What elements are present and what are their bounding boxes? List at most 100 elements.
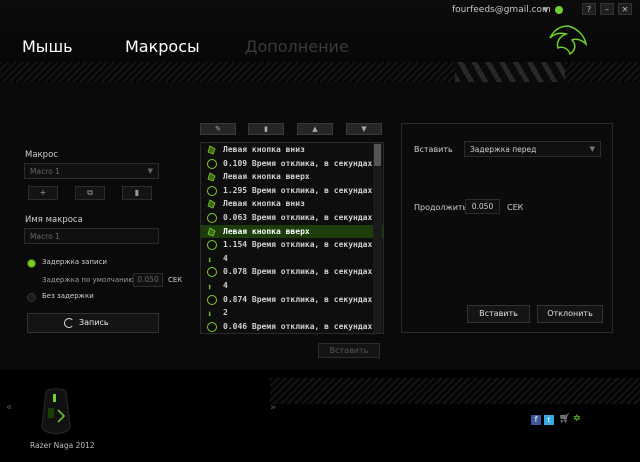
facebook-icon[interactable]: f <box>531 415 541 425</box>
device-name: Razer Naga 2012 <box>30 441 95 450</box>
macro-name-label: Имя макроса <box>25 215 83 225</box>
clock-icon <box>207 294 217 305</box>
cart-icon[interactable]: 🛒︎ <box>559 414 570 424</box>
insert-type-select-value: Задержка перед <box>470 145 537 154</box>
clock-icon <box>207 212 217 223</box>
account-email[interactable]: fourfeeds@gmail.com <box>452 5 551 15</box>
edit-button[interactable]: ✎ <box>200 123 236 135</box>
duration-label: Продолжить <box>414 203 468 212</box>
delete-button[interactable]: ▮ <box>248 123 284 135</box>
list-item-text: 2 <box>223 308 228 318</box>
list-item[interactable]: Левая кнопка вверх <box>201 224 383 239</box>
chevron-down-icon[interactable]: ▼ <box>543 6 548 14</box>
arrow-up-icon: ⬆ <box>207 282 213 293</box>
record-button-label: Запись <box>79 318 109 327</box>
delete-macro-button[interactable]: ▮ <box>122 186 152 200</box>
duration-input[interactable]: 0.050 <box>465 199 500 214</box>
list-item-text: 0.046 Время отклика, в секундах <box>223 321 373 331</box>
list-item[interactable]: 0.063 Время отклика, в секундах <box>201 211 383 225</box>
move-down-button[interactable]: ▼ <box>346 123 382 135</box>
duration-unit: СЕК <box>507 203 524 212</box>
radio-record-delay[interactable] <box>27 259 36 268</box>
mouse-icon <box>207 172 217 182</box>
list-item[interactable]: ⬇ 4 <box>201 252 383 266</box>
mouse-icon <box>207 199 217 209</box>
list-item-text: Левая кнопка вниз <box>223 145 305 154</box>
list-item[interactable]: 1.295 Время отклика, в секундах <box>201 184 383 198</box>
tab-mouse[interactable]: Мышь <box>22 37 73 56</box>
list-item-text: 0.109 Время отклика, в секундах <box>223 158 373 168</box>
list-item[interactable]: 0.109 Время отклика, в секундах <box>201 157 383 171</box>
macro-event-list[interactable]: Левая кнопка вниз 0.109 Время отклика, в … <box>200 142 384 334</box>
duplicate-macro-button[interactable]: ⧉ <box>75 186 105 200</box>
list-item-text: 0.874 Время отклика, в секундах <box>223 294 373 304</box>
pencil-icon: ✎ <box>215 125 221 133</box>
list-item-text: 4 <box>223 253 228 263</box>
tab-addons[interactable]: Дополнение <box>245 37 349 56</box>
list-item-text: 1.154 Время отклика, в секундах <box>223 240 373 250</box>
minimize-button[interactable]: – <box>600 3 614 15</box>
insert-type-select[interactable]: Задержка перед ▼ <box>464 141 601 157</box>
insert-confirm-button[interactable]: Вставить <box>467 305 530 323</box>
list-item[interactable]: Левая кнопка вверх <box>201 170 383 184</box>
clock-icon <box>207 185 217 196</box>
default-delay-label: Задержка по умолчанию <box>42 276 135 284</box>
radio-no-delay-label: Без задержки <box>42 292 94 300</box>
synapse-window: fourfeeds@gmail.com ▼ ? – ✕ Мышь Макросы… <box>0 0 640 462</box>
clock-icon <box>207 240 217 251</box>
radio-record-delay-label: Задержка записи <box>42 258 107 266</box>
list-item-text: 1.295 Время отклика, в секундах <box>223 185 373 195</box>
macro-name-input[interactable]: Macro 1 <box>24 228 159 244</box>
list-scrollbar[interactable] <box>373 143 382 333</box>
list-item-text: 0.063 Время отклика, в секундах <box>223 212 373 222</box>
close-button[interactable]: ✕ <box>618 3 632 15</box>
list-item[interactable]: ⬇ 2 <box>201 306 383 320</box>
arrow-down-icon: ⬇ <box>207 255 213 266</box>
twitter-icon[interactable]: t <box>544 415 554 425</box>
chevron-right-icon[interactable]: » <box>270 402 276 413</box>
razer-logo-icon <box>549 25 588 56</box>
chevron-left-icon[interactable]: « <box>6 402 12 413</box>
mouse-device-icon <box>41 388 71 434</box>
arrow-down-icon: ⬇ <box>207 310 213 321</box>
scrollbar-thumb[interactable] <box>374 144 381 166</box>
list-item[interactable]: 1.154 Время отклика, в секундах <box>201 238 383 252</box>
insert-label: Вставить <box>414 145 453 154</box>
list-item[interactable]: 0.046 Время отклика, в секундах <box>201 320 383 333</box>
list-item-text: 0.078 Время отклика, в секундах <box>223 267 373 277</box>
list-insert-button[interactable]: Вставить <box>318 343 380 358</box>
move-up-button[interactable]: ▲ <box>297 123 333 135</box>
help-button[interactable]: ? <box>582 3 596 15</box>
list-item-text: Левая кнопка вверх <box>223 226 310 236</box>
default-delay-unit: СЕК <box>168 276 183 284</box>
footer-decor <box>270 378 640 404</box>
list-item[interactable]: ⬆ 4 <box>201 279 383 293</box>
radio-no-delay[interactable] <box>27 293 36 302</box>
trash-icon: ▮ <box>264 125 268 133</box>
clock-icon <box>207 267 217 278</box>
arrow-down-icon: ▼ <box>361 125 367 133</box>
record-icon <box>64 318 74 328</box>
clock-icon <box>207 321 217 332</box>
record-button[interactable]: Запись <box>27 313 159 333</box>
clock-icon <box>207 158 217 169</box>
mouse-icon <box>207 226 217 237</box>
chevron-down-icon: ▼ <box>147 167 153 175</box>
list-item-text: Левая кнопка вниз <box>223 199 305 209</box>
list-item[interactable]: Левая кнопка вниз <box>201 143 383 157</box>
razer-small-icon[interactable]: ✲ <box>573 414 581 424</box>
macro-select[interactable]: Macro 1 ▼ <box>24 163 159 179</box>
mouse-icon <box>207 145 217 155</box>
status-online-icon <box>555 6 563 14</box>
list-item[interactable]: 0.078 Время отклика, в секундах <box>201 265 383 279</box>
macro-select-value: Macro 1 <box>30 167 60 176</box>
header: fourfeeds@gmail.com ▼ ? – ✕ Мышь Макросы… <box>0 0 640 82</box>
tab-macros[interactable]: Макросы <box>125 37 200 56</box>
default-delay-input[interactable]: 0.050 <box>133 273 163 287</box>
list-item[interactable]: 0.874 Время отклика, в секундах <box>201 293 383 307</box>
cancel-button[interactable]: Отклонить <box>537 305 603 323</box>
list-item[interactable]: Левая кнопка вниз <box>201 197 383 211</box>
header-decor <box>0 62 640 82</box>
chevron-down-icon: ▼ <box>589 145 595 153</box>
add-macro-button[interactable]: + <box>28 186 58 200</box>
